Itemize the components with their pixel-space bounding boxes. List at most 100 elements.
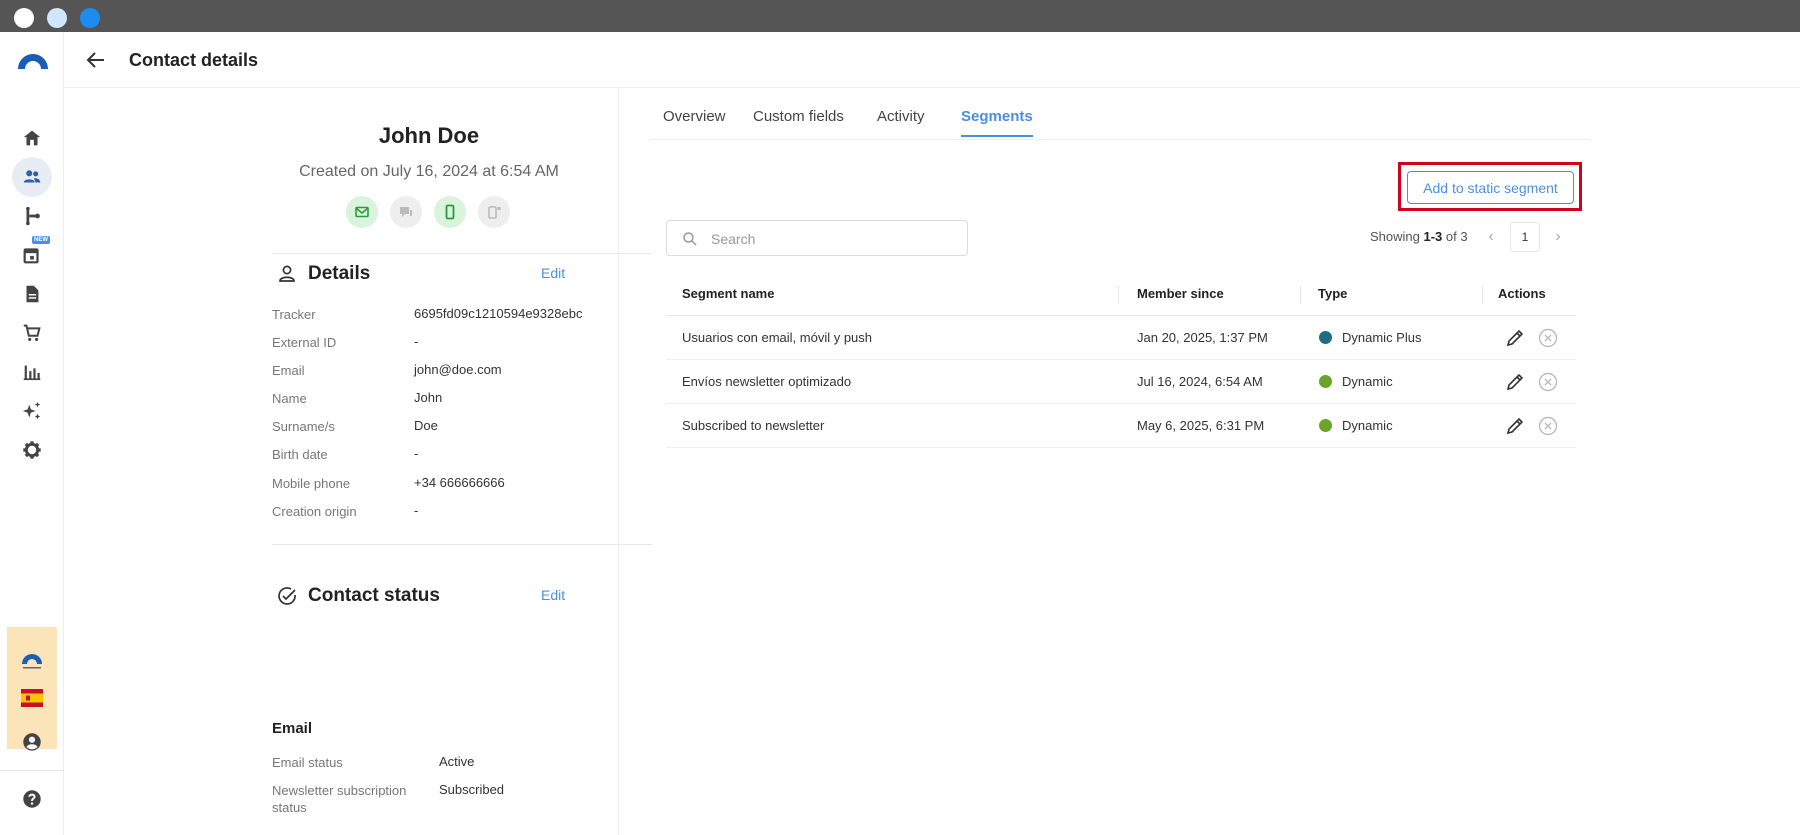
field-label: Creation origin xyxy=(272,504,357,519)
pencil-icon[interactable] xyxy=(1504,371,1526,393)
help-icon xyxy=(23,790,41,808)
check-circle-icon xyxy=(278,587,296,605)
contact-status-heading: Contact status xyxy=(276,584,440,608)
channel-chat[interactable] xyxy=(390,196,422,228)
sidebar-item-home[interactable] xyxy=(12,118,52,158)
details-title: Details xyxy=(308,263,371,284)
segment-name[interactable]: Envíos newsletter optimizado xyxy=(682,374,851,389)
search-box xyxy=(666,220,968,256)
mobile-icon xyxy=(445,204,455,220)
field-label: Newsletter subscription status xyxy=(272,783,407,815)
sidebar: NEW xyxy=(0,32,64,835)
chevron-right-icon[interactable]: › xyxy=(1550,228,1566,246)
field-value: - xyxy=(414,334,419,349)
sidebar-item-contacts[interactable] xyxy=(12,157,52,197)
tab-bar: Overview Custom fields Activity Segments xyxy=(650,88,1590,140)
field-label: Birth date xyxy=(272,447,328,462)
column-header-segment-name: Segment name xyxy=(682,286,775,301)
sidebar-item-ecommerce[interactable] xyxy=(12,313,52,353)
channel-push[interactable] xyxy=(478,196,510,228)
arrow-left-icon[interactable] xyxy=(84,48,108,72)
push-icon xyxy=(488,206,501,219)
flow-icon xyxy=(26,206,40,226)
sidebar-item-templates[interactable] xyxy=(12,274,52,314)
segments-table: Segment name Member since Type Actions U… xyxy=(666,274,1576,448)
contacts-icon xyxy=(23,170,41,183)
remove-circle-icon[interactable] xyxy=(1538,328,1558,348)
sidebar-item-calendar[interactable]: NEW xyxy=(12,235,52,275)
remove-circle-icon[interactable] xyxy=(1538,416,1558,436)
brand-logo-icon[interactable] xyxy=(16,50,50,70)
sidebar-divider xyxy=(0,770,64,771)
showing-prefix: Showing xyxy=(1370,229,1424,244)
window-close-button[interactable] xyxy=(14,8,34,28)
segment-name[interactable]: Usuarios con email, móvil y push xyxy=(682,330,872,345)
chat-icon xyxy=(400,207,412,217)
contact-created-date: Created on July 16, 2024 at 6:54 AM xyxy=(299,163,559,180)
column-divider xyxy=(1482,286,1483,304)
field-label: Surname/s xyxy=(272,419,335,434)
field-label: Tracker xyxy=(272,307,316,322)
field-value: 6695fd09c1210594e9328ebc xyxy=(414,306,583,321)
add-to-static-segment-button[interactable]: Add to static segment xyxy=(1407,171,1574,204)
contact-status-title: Contact status xyxy=(308,585,440,606)
home-icon xyxy=(23,130,41,146)
channel-email[interactable] xyxy=(346,196,378,228)
sidebar-item-help[interactable] xyxy=(12,779,52,819)
search-icon xyxy=(683,232,697,246)
spain-flag-icon xyxy=(21,689,43,707)
page-number[interactable]: 1 xyxy=(1510,222,1540,252)
pencil-icon[interactable] xyxy=(1504,415,1526,437)
window-maximize-button[interactable] xyxy=(80,8,100,28)
sidebar-item-reports[interactable] xyxy=(12,352,52,392)
sidebar-item-account[interactable] xyxy=(12,722,52,762)
tab-activity[interactable]: Activity xyxy=(877,108,925,135)
field-label: Email status xyxy=(272,755,343,770)
new-badge: NEW xyxy=(32,236,50,244)
tab-custom-fields[interactable]: Custom fields xyxy=(753,108,844,135)
segment-type: Dynamic xyxy=(1342,374,1393,389)
document-icon xyxy=(26,285,39,303)
bar-chart-icon xyxy=(23,365,41,381)
tab-overview[interactable]: Overview xyxy=(663,108,726,135)
contact-status-edit-link[interactable]: Edit xyxy=(541,587,565,603)
remove-circle-icon[interactable] xyxy=(1538,372,1558,392)
user-account-icon xyxy=(23,733,41,751)
channel-list xyxy=(346,196,546,230)
email-subheading: Email xyxy=(272,720,313,737)
segment-name[interactable]: Subscribed to newsletter xyxy=(682,418,824,433)
pagination-summary: Showing 1-3 of 3 xyxy=(1370,229,1468,244)
field-value: - xyxy=(414,503,419,518)
field-value: John xyxy=(414,390,443,405)
type-status-dot xyxy=(1319,419,1332,432)
segment-type: Dynamic Plus xyxy=(1342,330,1422,345)
calendar-icon xyxy=(23,248,39,264)
details-edit-link[interactable]: Edit xyxy=(541,265,565,281)
chevron-left-icon[interactable]: ‹ xyxy=(1483,228,1499,246)
divider xyxy=(272,544,652,545)
table-row: Subscribed to newsletter May 6, 2025, 6:… xyxy=(666,404,1576,448)
details-heading: Details xyxy=(276,262,370,286)
pencil-icon[interactable] xyxy=(1504,327,1526,349)
email-icon xyxy=(355,206,369,218)
field-value: +34 666666666 xyxy=(414,475,505,490)
field-value: john@doe.com xyxy=(414,362,502,377)
tab-segments[interactable]: Segments xyxy=(961,108,1033,137)
sidebar-item-ai[interactable] xyxy=(12,391,52,431)
person-icon xyxy=(279,265,295,282)
page-header: Contact details xyxy=(64,32,1800,88)
column-divider xyxy=(1118,286,1119,304)
search-input[interactable] xyxy=(711,229,951,249)
window-minimize-button[interactable] xyxy=(47,8,67,28)
field-label: Name xyxy=(272,391,307,406)
channel-mobile[interactable] xyxy=(434,196,466,228)
member-since: May 6, 2025, 6:31 PM xyxy=(1137,418,1265,433)
showing-suffix: of 3 xyxy=(1442,229,1468,244)
column-header-actions: Actions xyxy=(1498,286,1546,301)
column-divider xyxy=(1300,286,1301,304)
column-header-member-since: Member since xyxy=(1137,286,1224,301)
sidebar-item-flows[interactable] xyxy=(12,196,52,236)
field-label: External ID xyxy=(272,335,337,350)
showing-range: 1-3 xyxy=(1423,229,1443,244)
sidebar-item-settings[interactable] xyxy=(12,430,52,470)
